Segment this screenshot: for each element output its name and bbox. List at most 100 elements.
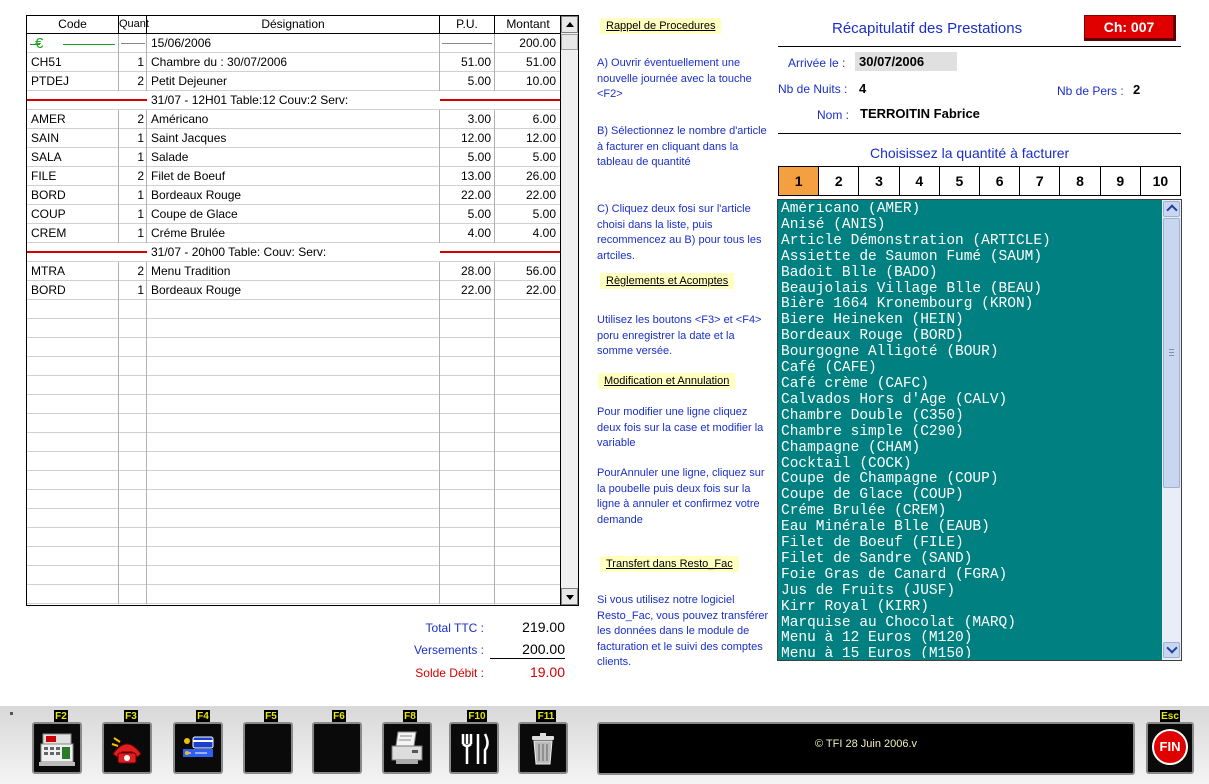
empty-cell[interactable] — [147, 547, 440, 566]
article-list-item[interactable]: Café crème (CAFC) — [781, 376, 1161, 393]
empty-cell[interactable] — [119, 471, 147, 490]
quantity-button-6[interactable]: 6 — [980, 167, 1021, 195]
designation-cell[interactable]: 15/06/2006 — [147, 34, 440, 53]
amount-cell[interactable]: 6.00 — [495, 110, 561, 129]
list-scroll-down-button[interactable] — [1163, 642, 1180, 658]
empty-table-row[interactable] — [27, 319, 561, 338]
quantity-cell[interactable]: 2 — [119, 167, 147, 186]
empty-cell[interactable] — [147, 528, 440, 547]
empty-cell[interactable] — [147, 357, 440, 376]
article-list-item[interactable]: Champagne (CHAM) — [781, 440, 1161, 457]
article-list-item[interactable]: Biere Heineken (HEIN) — [781, 312, 1161, 329]
quantity-cell[interactable]: 1 — [119, 205, 147, 224]
quantity-cell[interactable]: 1 — [119, 224, 147, 243]
column-header-code[interactable]: Code — [27, 16, 119, 33]
empty-table-row[interactable] — [27, 509, 561, 528]
quantity-button-10[interactable]: 10 — [1140, 167, 1181, 195]
empty-cell[interactable] — [119, 452, 147, 471]
code-cell[interactable]: FILE — [27, 167, 119, 186]
code-cell[interactable]: BORD — [27, 186, 119, 205]
quantity-cell[interactable]: 2 — [119, 262, 147, 281]
article-list-item[interactable]: Coupe de Glace (COUP) — [781, 487, 1161, 504]
empty-cell[interactable] — [495, 433, 561, 452]
table-row[interactable]: FILE 2 Filet de Boeuf 13.00 26.00 — [27, 167, 561, 186]
arrival-date-field[interactable]: 30/07/2006 — [855, 52, 957, 71]
empty-cell[interactable] — [27, 509, 119, 528]
empty-cell[interactable] — [27, 376, 119, 395]
empty-cell[interactable] — [147, 319, 440, 338]
article-list-item[interactable]: Kirr Royal (KIRR) — [781, 599, 1161, 616]
empty-cell[interactable] — [495, 585, 561, 604]
quantity-button-3[interactable]: 3 — [859, 167, 900, 195]
quantity-button-2[interactable]: 2 — [819, 167, 860, 195]
empty-cell[interactable] — [440, 490, 495, 509]
section-separator-row[interactable]: 31/07 - 12H01 Table:12 Couv:2 Serv: — [27, 91, 561, 110]
code-cell[interactable]: CREM — [27, 224, 119, 243]
scroll-up-button[interactable] — [561, 16, 578, 33]
amount-cell[interactable]: 22.00 — [495, 186, 561, 205]
empty-cell[interactable] — [27, 585, 119, 604]
empty-cell[interactable] — [440, 433, 495, 452]
empty-cell[interactable] — [27, 547, 119, 566]
designation-cell[interactable]: Saint Jacques — [147, 129, 440, 148]
empty-cell[interactable] — [147, 490, 440, 509]
empty-cell[interactable] — [440, 376, 495, 395]
quantity-cell[interactable] — [119, 34, 147, 53]
article-list-item[interactable]: Coupe de Champagne (COUP) — [781, 472, 1161, 488]
amount-cell[interactable]: 10.00 — [495, 72, 561, 91]
record-payment-button[interactable] — [173, 722, 223, 774]
article-list-item[interactable]: Menu à 12 Euros (M120) — [781, 631, 1161, 647]
empty-table-row[interactable] — [27, 452, 561, 471]
code-cell[interactable]: MTRA — [27, 262, 119, 281]
article-list-scrollbar[interactable] — [1162, 200, 1181, 660]
amount-cell[interactable]: 200.00 — [495, 34, 561, 53]
empty-cell[interactable] — [119, 490, 147, 509]
quantity-cell[interactable]: 1 — [119, 186, 147, 205]
empty-cell[interactable] — [27, 433, 119, 452]
empty-cell[interactable] — [147, 471, 440, 490]
empty-cell[interactable] — [495, 509, 561, 528]
unit-price-cell[interactable]: 51.00 — [440, 53, 495, 72]
empty-cell[interactable] — [495, 452, 561, 471]
unit-price-cell[interactable]: 5.00 — [440, 72, 495, 91]
article-list-item[interactable]: Filet de Boeuf (FILE) — [781, 535, 1161, 552]
amount-cell[interactable]: 5.00 — [495, 205, 561, 224]
empty-cell[interactable] — [440, 319, 495, 338]
list-scroll-up-button[interactable] — [1163, 201, 1180, 217]
article-list-item[interactable]: Calvados Hors d'Age (CALV) — [781, 392, 1161, 409]
empty-cell[interactable] — [495, 300, 561, 319]
quantity-button-7[interactable]: 7 — [1020, 167, 1061, 195]
article-list-item[interactable]: Chambre simple (C290) — [781, 424, 1161, 441]
table-row[interactable]: COUP 1 Coupe de Glace 5.00 5.00 — [27, 205, 561, 224]
code-cell[interactable]: SALA — [27, 148, 119, 167]
designation-cell[interactable]: Américano — [147, 110, 440, 129]
empty-cell[interactable] — [27, 566, 119, 585]
empty-cell[interactable] — [119, 528, 147, 547]
unit-price-cell[interactable]: 22.00 — [440, 186, 495, 205]
empty-cell[interactable] — [119, 300, 147, 319]
empty-cell[interactable] — [440, 585, 495, 604]
amount-cell[interactable]: 56.00 — [495, 262, 561, 281]
article-list-item[interactable]: Assiette de Saumon Fumé (SAUM) — [781, 249, 1161, 266]
article-list-item[interactable]: Article Démonstration (ARTICLE) — [781, 233, 1161, 250]
empty-cell[interactable] — [27, 338, 119, 357]
designation-cell[interactable]: Bordeaux Rouge — [147, 186, 440, 205]
table-row[interactable]: €15/06/2006 200.00 — [27, 34, 561, 53]
exit-button[interactable]: FIN — [1146, 722, 1194, 774]
f6-button[interactable] — [312, 722, 362, 774]
article-list-item[interactable]: Bière 1664 Kronembourg (KRON) — [781, 297, 1161, 313]
unit-price-cell[interactable]: 4.00 — [440, 224, 495, 243]
empty-cell[interactable] — [495, 338, 561, 357]
amount-cell[interactable]: 51.00 — [495, 53, 561, 72]
article-list-item[interactable]: Cocktail (COCK) — [781, 456, 1161, 473]
empty-cell[interactable] — [147, 433, 440, 452]
article-list-item[interactable]: Bordeaux Rouge (BORD) — [781, 328, 1161, 345]
designation-cell[interactable]: Petit Dejeuner — [147, 72, 440, 91]
quantity-button-4[interactable]: 4 — [899, 167, 940, 195]
code-cell[interactable]: AMER — [27, 110, 119, 129]
code-cell[interactable]: BORD — [27, 281, 119, 300]
table-scrollbar[interactable] — [560, 16, 578, 605]
article-list-item[interactable]: Beaujolais Village Blle (BEAU) — [781, 281, 1161, 298]
empty-cell[interactable] — [495, 547, 561, 566]
column-header-quantity[interactable]: Quant — [119, 16, 149, 33]
